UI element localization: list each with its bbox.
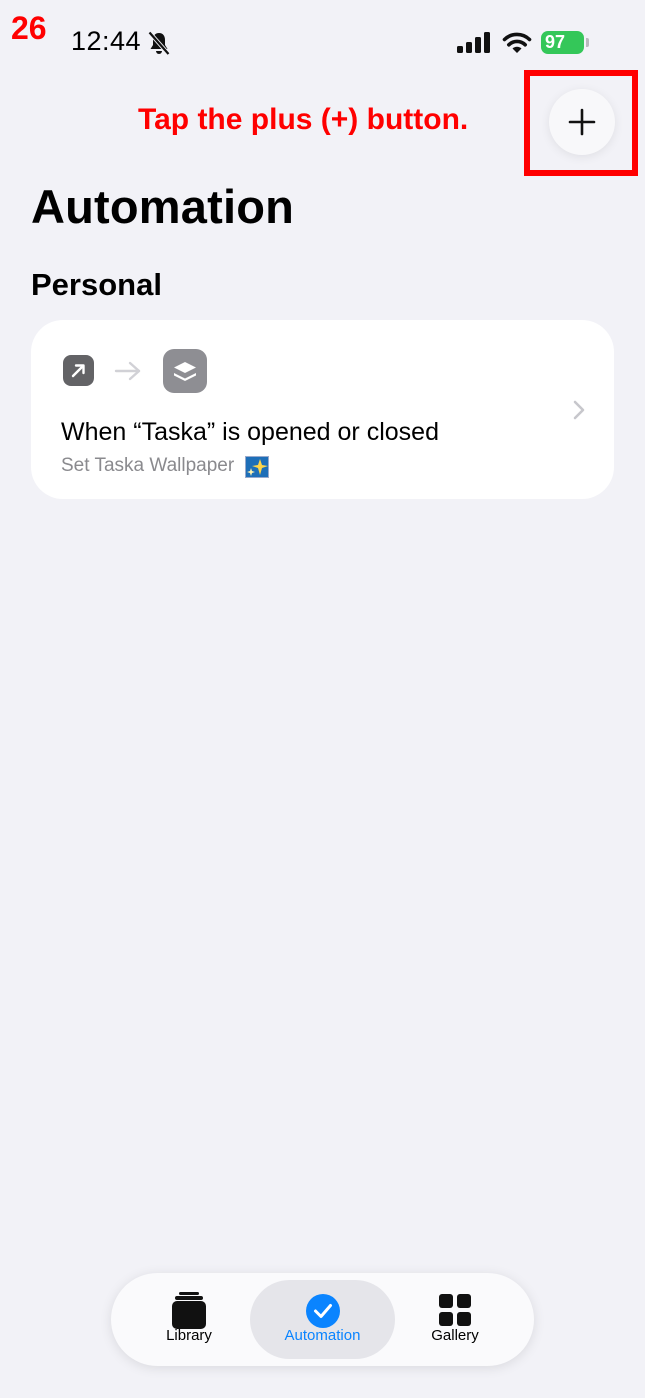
- open-app-arrow-icon: [63, 355, 94, 386]
- arrow-right-icon: [114, 361, 141, 381]
- gallery-grid-icon: [439, 1294, 471, 1326]
- automation-subtitle: Set Taska Wallpaper: [61, 455, 235, 476]
- battery-indicator: 97: [541, 31, 589, 54]
- section-title-personal: Personal: [31, 267, 162, 302]
- tab-label-library: Library: [166, 1327, 212, 1344]
- bell-slash-icon: [148, 31, 170, 56]
- library-stack-icon: [172, 1292, 206, 1329]
- automation-title: When “Taska” is opened or closed: [61, 418, 439, 446]
- tab-label-gallery: Gallery: [431, 1327, 479, 1344]
- tab-library[interactable]: Library: [123, 1280, 255, 1359]
- automation-card[interactable]: When “Taska” is opened or closed Set Tas…: [31, 320, 614, 499]
- tab-automation[interactable]: Automation: [250, 1280, 395, 1359]
- chevron-right-icon: [573, 400, 585, 420]
- status-time: 12:44: [71, 26, 142, 56]
- tab-gallery[interactable]: Gallery: [389, 1280, 521, 1359]
- battery-percentage: 97: [545, 32, 566, 52]
- page-title: Automation: [31, 180, 295, 233]
- battery-tip: [586, 38, 589, 47]
- tab-label-automation: Automation: [284, 1327, 361, 1344]
- tutorial-step-number: 26: [11, 10, 47, 46]
- tutorial-highlight-box: [524, 70, 638, 176]
- tutorial-instruction: Tap the plus (+) button.: [138, 103, 469, 136]
- cellular-signal-icon: [457, 32, 490, 53]
- wifi-icon: [502, 32, 532, 53]
- tab-bar: Library Automation Gallery: [111, 1273, 534, 1366]
- sparkle-image-icon: [245, 456, 269, 478]
- automation-check-icon: [305, 1294, 340, 1328]
- shortcuts-app-icon: [163, 349, 207, 393]
